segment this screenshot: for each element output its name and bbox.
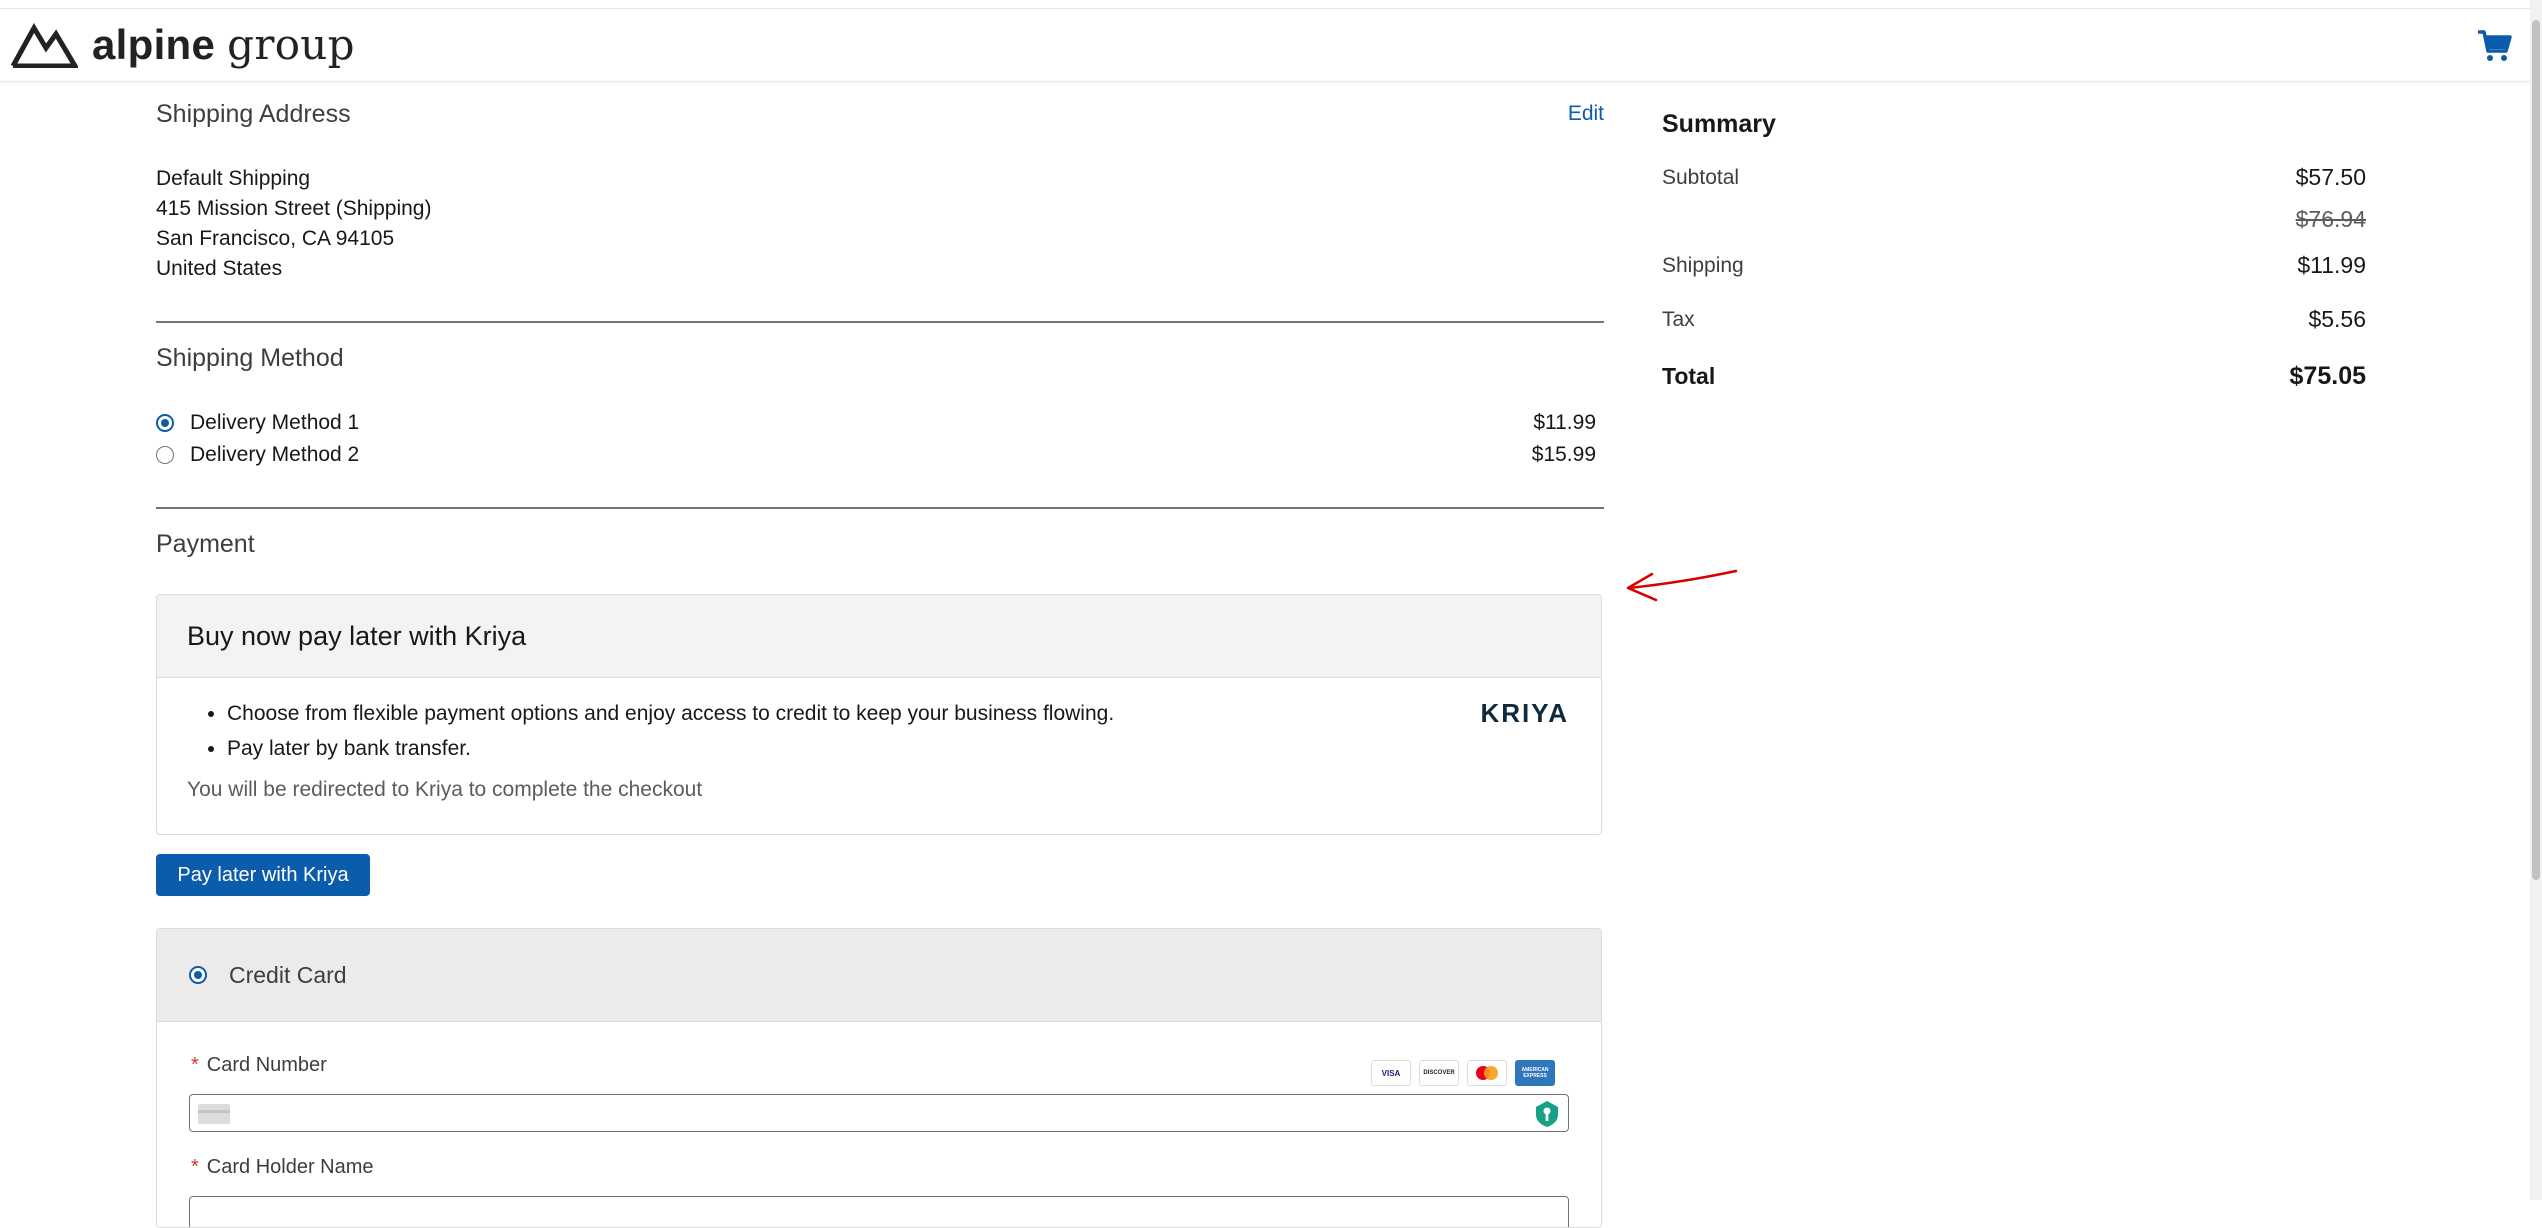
mountain-logo-icon xyxy=(10,22,78,68)
credit-card-label: Credit Card xyxy=(229,961,347,988)
brand-wordmark: alpine group xyxy=(92,17,355,73)
kriya-payment-panel: Buy now pay later with Kriya Choose from… xyxy=(156,594,1602,835)
brand-logo[interactable]: alpine group xyxy=(10,17,355,73)
site-header: alpine group xyxy=(0,9,2530,82)
key-shield-icon[interactable] xyxy=(1534,1100,1560,1128)
red-arrow-annotation xyxy=(1626,569,1738,602)
card-number-label: * Card Number xyxy=(191,1054,327,1077)
subtotal-row: Subtotal $57.50 xyxy=(1662,164,2366,191)
delivery-option-1-label: Delivery Method 1 xyxy=(190,411,360,434)
kriya-redirect-note: You will be redirected to Kriya to compl… xyxy=(187,778,703,801)
address-line-1: Default Shipping xyxy=(156,167,311,190)
mastercard-brand-icon xyxy=(1467,1060,1507,1086)
accepted-card-brands: VISA DISCOVER AMERICAN EXPRESS xyxy=(1371,1060,1555,1086)
delivery-option-1[interactable]: Delivery Method 1 $11.99 xyxy=(156,407,1596,439)
kriya-heading: Buy now pay later with Kriya xyxy=(157,595,1601,678)
card-holder-label: * Card Holder Name xyxy=(191,1156,374,1179)
delivery-option-2-label: Delivery Method 2 xyxy=(190,443,360,466)
summary-title: Summary xyxy=(1662,110,1776,138)
kriya-benefit-1: Choose from flexible payment options and… xyxy=(227,696,1571,731)
card-holder-label-text: Card Holder Name xyxy=(206,1156,374,1178)
shipping-method-title: Shipping Method xyxy=(156,344,344,372)
subtotal-label: Subtotal xyxy=(1662,165,1740,189)
original-price-value: $76.94 xyxy=(2295,206,2366,232)
address-line-2: 415 Mission Street (Shipping) xyxy=(156,197,432,220)
credit-card-icon xyxy=(198,1104,230,1124)
required-marker: * xyxy=(191,1054,199,1076)
kriya-benefit-2: Pay later by bank transfer. xyxy=(227,731,1571,766)
shopping-cart-icon[interactable] xyxy=(2476,29,2512,63)
delivery-option-2-price: $15.99 xyxy=(1531,443,1596,466)
original-price-row: $76.94 xyxy=(1662,206,2366,233)
card-holder-input[interactable] xyxy=(189,1196,1569,1227)
shipping-value: $11.99 xyxy=(2297,252,2366,278)
address-line-3: San Francisco, CA 94105 xyxy=(156,227,395,250)
delivery-option-2-radio[interactable] xyxy=(156,446,174,464)
kriya-body: Choose from flexible payment options and… xyxy=(157,678,1601,802)
card-number-label-text: Card Number xyxy=(206,1054,327,1076)
kriya-benefits-list: Choose from flexible payment options and… xyxy=(187,696,1571,766)
card-number-input[interactable] xyxy=(189,1094,1569,1132)
brand-name-light: group xyxy=(227,20,355,69)
credit-card-option[interactable]: Credit Card xyxy=(157,929,1601,1022)
address-line-4: United States xyxy=(156,257,283,280)
total-row: Total $75.05 xyxy=(1662,362,2366,391)
required-marker: * xyxy=(191,1156,199,1178)
tax-label: Tax xyxy=(1662,307,1695,331)
credit-card-radio[interactable] xyxy=(189,966,207,984)
credit-card-panel: Credit Card * Card Number VISA DISCOVER A… xyxy=(156,928,1602,1228)
shipping-label: Shipping xyxy=(1662,253,1744,277)
pay-later-kriya-button[interactable]: Pay later with Kriya xyxy=(156,854,370,896)
amex-brand-icon: AMERICAN EXPRESS xyxy=(1515,1060,1555,1086)
section-divider xyxy=(156,321,1604,323)
visa-brand-icon: VISA xyxy=(1371,1060,1411,1086)
delivery-option-1-radio[interactable] xyxy=(156,414,174,432)
browser-top-edge xyxy=(0,0,2542,9)
delivery-option-1-price: $11.99 xyxy=(1533,411,1596,434)
scrollbar-thumb[interactable] xyxy=(2532,20,2540,880)
delivery-option-2[interactable]: Delivery Method 2 $15.99 xyxy=(156,439,1596,471)
total-label: Total xyxy=(1662,363,1716,389)
discover-brand-icon: DISCOVER xyxy=(1419,1060,1459,1086)
total-value: $75.05 xyxy=(2289,362,2366,390)
subtotal-value: $57.50 xyxy=(2295,164,2366,190)
kriya-logo: KRIYA xyxy=(1480,698,1569,728)
tax-row: Tax $5.56 xyxy=(1662,306,2366,333)
shipping-row: Shipping $11.99 xyxy=(1662,252,2366,279)
brand-name-bold: alpine xyxy=(92,21,216,68)
tax-value: $5.56 xyxy=(2308,306,2366,332)
section-divider xyxy=(156,507,1604,509)
payment-title: Payment xyxy=(156,530,255,558)
shipping-address-title: Shipping Address xyxy=(156,100,351,128)
edit-address-link[interactable]: Edit xyxy=(1568,102,1604,126)
